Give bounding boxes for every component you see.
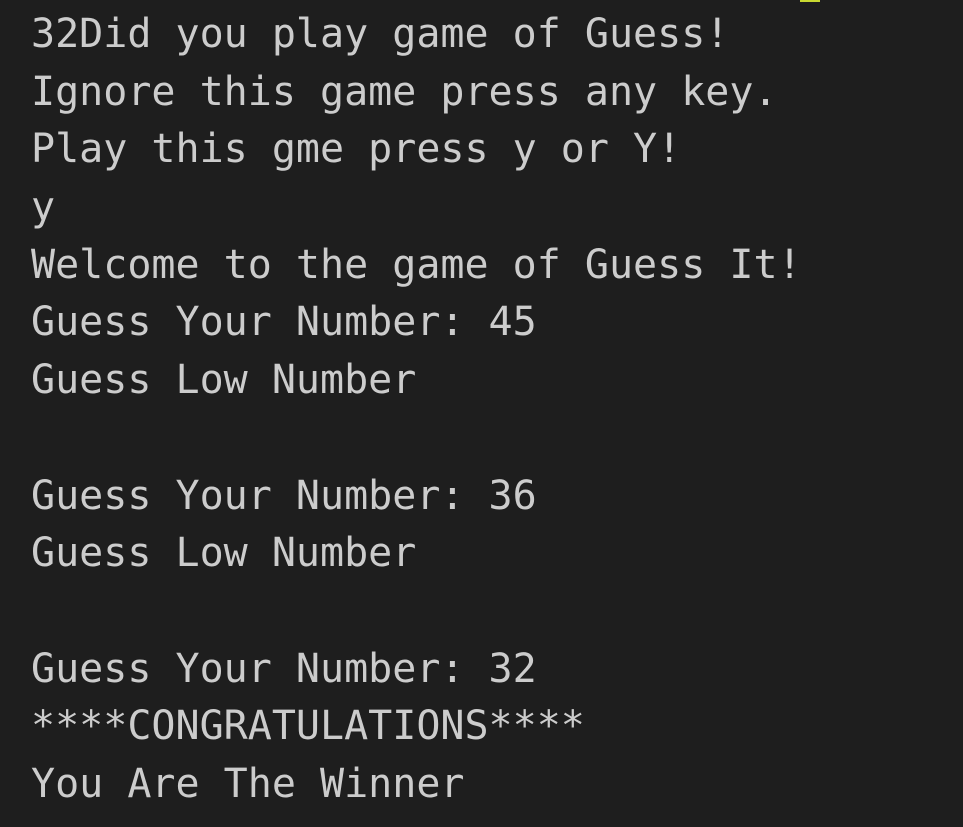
terminal-line: Guess Low Number	[31, 357, 417, 404]
terminal-line: Guess Your Number: 45	[31, 299, 537, 346]
terminal-lines: 32Did you play game of Guess! Ignore thi…	[31, 6, 963, 814]
terminal-line: Ignore this game press any key.	[31, 68, 778, 115]
terminal-line: 32Did you play game of Guess!	[31, 11, 730, 57]
terminal-line: ****CONGRATULATIONS****	[31, 703, 585, 750]
cursor-marker	[800, 0, 820, 2]
terminal-line: You Are The Winner	[31, 760, 465, 807]
terminal-line: Play this gme press y or Y!	[31, 126, 682, 173]
terminal-line: Guess Low Number	[31, 530, 417, 577]
terminal-line: Guess Your Number: 36	[31, 472, 537, 519]
clipped-previous-line	[30, 0, 830, 4]
terminal-output[interactable]: 32Did you play game of Guess! Ignore thi…	[0, 0, 963, 827]
terminal-line: Welcome to the game of Guess It!	[31, 241, 802, 288]
terminal-line: y	[31, 184, 56, 231]
terminal-line: Guess Your Number: 32	[31, 645, 537, 692]
